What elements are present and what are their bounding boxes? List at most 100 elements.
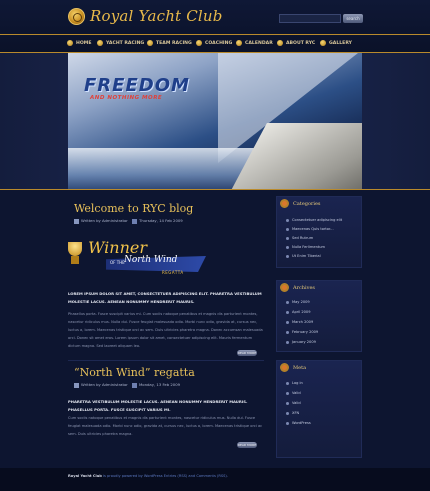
sidebar-link-label: Nulla Ferlimentum (292, 245, 326, 249)
sidebar-meta: Meta Log in Valid Valid XFN WordPress (276, 360, 362, 458)
hero-subtitle: AND NOTHING MORE (90, 95, 163, 101)
bullet-icon (286, 218, 289, 222)
nav-bullet-icon (236, 39, 242, 46)
nav-item-home[interactable]: HOME (67, 39, 91, 49)
sidebar-link[interactable]: February 2009 (286, 329, 318, 335)
read-more-button[interactable]: READ MORE (237, 442, 257, 448)
sidebar-link-label: XFN (292, 411, 300, 415)
sidebar-link-label: March 2009 (292, 320, 314, 324)
author-icon (74, 382, 79, 388)
ship-wheel-icon (280, 283, 289, 292)
date-label: Monday, 13 Feb 2009 (139, 382, 181, 387)
nav-item-calendar[interactable]: CALENDAR (236, 39, 273, 49)
nav-label: CALENDAR (245, 41, 273, 46)
sidebar-link[interactable]: Consectetuer adipiscing elit (286, 217, 342, 223)
sidebar-link[interactable]: May 2009 (286, 299, 310, 305)
nav-top-divider (0, 34, 430, 35)
sidebar-link[interactable]: Valid (286, 390, 301, 396)
sidebar-link-label: WordPress (292, 421, 311, 425)
sidebar-link[interactable]: April 2009 (286, 309, 311, 315)
post-title[interactable]: Welcome to RYC blog (74, 202, 193, 215)
nav-item-team-racing[interactable]: TEAM RACING (147, 39, 192, 49)
bullet-icon (286, 227, 289, 231)
footer-brand[interactable]: Royal Yacht Club (68, 474, 102, 478)
nav-item-coaching[interactable]: COACHING (196, 39, 232, 49)
sidebar-link-label: April 2009 (292, 310, 311, 314)
hero-bottom-divider (0, 189, 430, 190)
bullet-icon (286, 310, 289, 314)
sidebar-link-label: Valid (292, 391, 301, 395)
bullet-icon (286, 320, 289, 324)
sidebar-heading-label: Categories (293, 201, 321, 207)
sidebar-link[interactable]: January 2009 (286, 339, 316, 345)
post-meta-author: Written by Administrator (74, 218, 128, 224)
nav-label: COACHING (205, 41, 233, 46)
sidebar-heading: Meta (280, 363, 306, 373)
nav-label: YACHT RACING (106, 41, 145, 46)
regatta-label: REGATTA (162, 270, 184, 275)
footer-credits[interactable]: is proudly powered by WordPress Entries … (103, 474, 228, 478)
post-meta-date: Monday, 13 Feb 2009 (132, 382, 180, 388)
ship-wheel-icon (280, 199, 289, 208)
post-meta-author: Written by Administrator (74, 382, 128, 388)
post-body: Cum sociis natoque penatibus et magnis d… (68, 416, 263, 436)
sidebar-link[interactable]: Sed Rutrum (286, 235, 313, 241)
sidebar-link[interactable]: Valid (286, 400, 301, 406)
nav-label: ABOUT RYC (286, 41, 316, 46)
nav-label: HOME (76, 41, 92, 46)
sidebar-categories: Categories Consectetuer adipiscing elit … (276, 196, 362, 268)
sidebar-link[interactable]: Ut Enim Tiberial (286, 253, 321, 259)
nav-bullet-icon (196, 39, 202, 46)
main-nav: HOME YACHT RACING TEAM RACING COACHING C… (0, 36, 430, 50)
nav-item-yacht-racing[interactable]: YACHT RACING (97, 39, 144, 49)
sidebar-archives: Archives May 2009 April 2009 March 2009 … (276, 280, 362, 352)
sidebar-link[interactable]: XFN (286, 410, 299, 416)
trophy-icon (68, 242, 82, 256)
post-body: Phasellus porta. Fusce suscipit varius m… (68, 312, 263, 348)
bullet-icon (286, 330, 289, 334)
bullet-icon (286, 381, 289, 385)
sidebar-link[interactable]: March 2009 (286, 319, 313, 325)
bullet-icon (286, 254, 289, 258)
nav-item-about-ryc[interactable]: ABOUT RYC (277, 39, 315, 49)
author-label: Written by Administrator (81, 218, 128, 223)
ship-wheel-icon (280, 363, 289, 372)
sidebar-link[interactable]: Nulla Ferlimentum (286, 244, 325, 250)
bullet-icon (286, 411, 289, 415)
sidebar-link[interactable]: WordPress (286, 420, 311, 426)
search-button[interactable]: search (343, 14, 363, 23)
bullet-icon (286, 401, 289, 405)
sidebar-link-label: February 2009 (292, 330, 319, 334)
post-divider (68, 360, 264, 361)
winner-regatta-graphic: Winner OF THE North Wind REGATTA (66, 238, 226, 278)
nav-bullet-icon (67, 39, 73, 46)
bullet-icon (286, 236, 289, 240)
sidebar-heading-label: Meta (293, 365, 307, 371)
author-icon (74, 218, 79, 224)
post-title[interactable]: “North Wind” regatta (74, 366, 195, 379)
sidebar-link-label: Valid (292, 401, 301, 405)
site-title[interactable]: Royal Yacht Club (90, 7, 223, 25)
sidebar-heading: Categories (280, 199, 321, 209)
read-more-button[interactable]: READ MORE (237, 350, 257, 356)
nav-bullet-icon (147, 39, 153, 46)
sidebar-link-label: Sed Rutrum (292, 236, 314, 240)
sidebar-link[interactable]: Maecenas Quis tortor... (286, 226, 334, 232)
sidebar-link-label: Log in (292, 381, 303, 385)
sidebar-link[interactable]: Log in (286, 380, 303, 386)
nav-bullet-icon (277, 39, 283, 46)
post-meta-date: Thursday, 14 Feb 2009 (132, 218, 183, 224)
search-form: search (279, 14, 365, 24)
logo-emblem-icon[interactable] (68, 8, 85, 25)
trophy-base (71, 256, 79, 264)
hero-image: FREEDOM AND NOTHING MORE (68, 53, 362, 189)
bullet-icon (286, 245, 289, 249)
author-label: Written by Administrator (81, 382, 128, 387)
search-input[interactable] (279, 14, 341, 23)
post-lead: PHARETRA VESTIBULUM MOLESTIE LACUS. AENE… (68, 399, 248, 412)
footer: Royal Yacht Club is proudly powered by W… (0, 468, 430, 491)
date-label: Thursday, 14 Feb 2009 (139, 218, 183, 223)
nav-item-gallery[interactable]: GALLERY (320, 39, 352, 49)
sidebar-link-label: January 2009 (292, 340, 316, 344)
sidebar-link-label: May 2009 (292, 300, 310, 304)
